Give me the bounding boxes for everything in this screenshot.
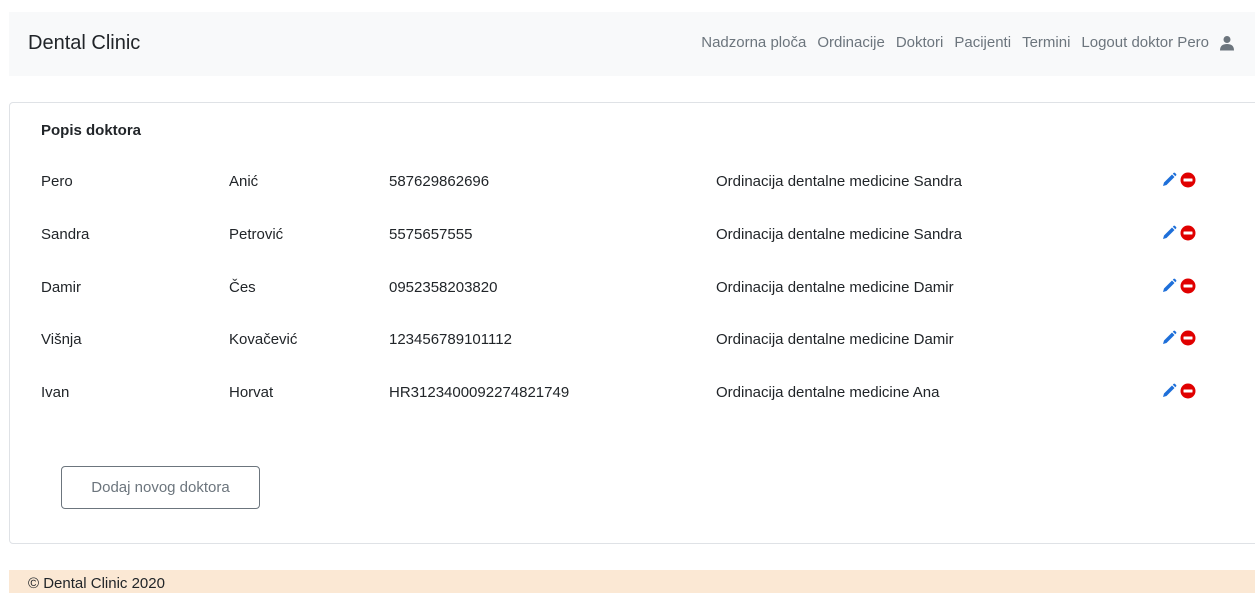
navbar: Dental Clinic Nadzorna ploča Ordinacije … [9, 12, 1255, 76]
doctor-oib: 5575657555 [389, 226, 473, 243]
doctor-last-name: Anić [229, 173, 259, 190]
doctor-clinic: Ordinacija dentalne medicine Sandra [716, 173, 962, 190]
doctor-last-name: Kovačević [229, 331, 298, 348]
card-title: Popis doktora [41, 122, 142, 139]
footer-copyright: © Dental Clinic 2020 [28, 575, 165, 592]
doctors-card: Popis doktora Pero Anić 587629862696 Ord… [9, 102, 1255, 544]
user-icon[interactable] [1219, 35, 1235, 51]
nav-links: Nadzorna ploča Ordinacije Doktori Pacije… [690, 34, 1235, 51]
delete-minus-circle-icon[interactable] [1180, 172, 1196, 188]
doctor-first-name: Pero [41, 173, 73, 190]
doctor-oib: 0952358203820 [389, 279, 498, 296]
nav-doctors[interactable]: Doktori [896, 34, 944, 51]
edit-pencil-icon[interactable] [1161, 172, 1177, 188]
edit-pencil-icon[interactable] [1161, 383, 1177, 399]
delete-minus-circle-icon[interactable] [1180, 278, 1196, 294]
doctor-oib: 587629862696 [389, 173, 490, 190]
nav-patients[interactable]: Pacijenti [954, 34, 1011, 51]
doctor-clinic: Ordinacija dentalne medicine Sandra [716, 226, 962, 243]
doctor-last-name: Petrović [229, 226, 284, 243]
table-row: Višnja Kovačević 123456789101112 Ordinac… [10, 330, 1210, 361]
doctor-last-name: Čes [229, 279, 256, 296]
nav-appointments[interactable]: Termini [1022, 34, 1070, 51]
row-actions [1161, 330, 1196, 346]
brand-logo[interactable]: Dental Clinic [28, 32, 140, 55]
delete-minus-circle-icon[interactable] [1180, 330, 1196, 346]
add-doctor-button[interactable]: Dodaj novog doktora [61, 466, 260, 509]
row-actions [1161, 383, 1196, 399]
doctor-clinic: Ordinacija dentalne medicine Damir [716, 279, 954, 296]
edit-pencil-icon[interactable] [1161, 278, 1177, 294]
doctor-oib: HR3123400092274821749 [389, 384, 570, 401]
doctor-first-name: Damir [41, 279, 81, 296]
doctor-first-name: Ivan [41, 384, 70, 401]
delete-minus-circle-icon[interactable] [1180, 225, 1196, 241]
row-actions [1161, 278, 1196, 294]
footer: © Dental Clinic 2020 [9, 570, 1255, 593]
row-actions [1161, 172, 1196, 188]
doctor-first-name: Višnja [41, 331, 82, 348]
doctor-clinic: Ordinacija dentalne medicine Damir [716, 331, 954, 348]
table-row: Damir Čes 0952358203820 Ordinacija denta… [10, 278, 1210, 309]
row-actions [1161, 225, 1196, 241]
nav-dashboard[interactable]: Nadzorna ploča [701, 34, 806, 51]
table-row: Ivan Horvat HR3123400092274821749 Ordina… [10, 383, 1210, 414]
delete-minus-circle-icon[interactable] [1180, 383, 1196, 399]
table-row: Pero Anić 587629862696 Ordinacija dental… [10, 172, 1210, 203]
nav-clinics[interactable]: Ordinacije [817, 34, 885, 51]
doctor-clinic: Ordinacija dentalne medicine Ana [716, 384, 940, 401]
edit-pencil-icon[interactable] [1161, 225, 1177, 241]
doctor-oib: 123456789101112 [389, 331, 512, 348]
edit-pencil-icon[interactable] [1161, 330, 1177, 346]
doctor-first-name: Sandra [41, 226, 90, 243]
table-row: Sandra Petrović 5575657555 Ordinacija de… [10, 225, 1210, 256]
doctor-last-name: Horvat [229, 384, 274, 401]
nav-logout[interactable]: Logout doktor Pero [1081, 34, 1209, 51]
